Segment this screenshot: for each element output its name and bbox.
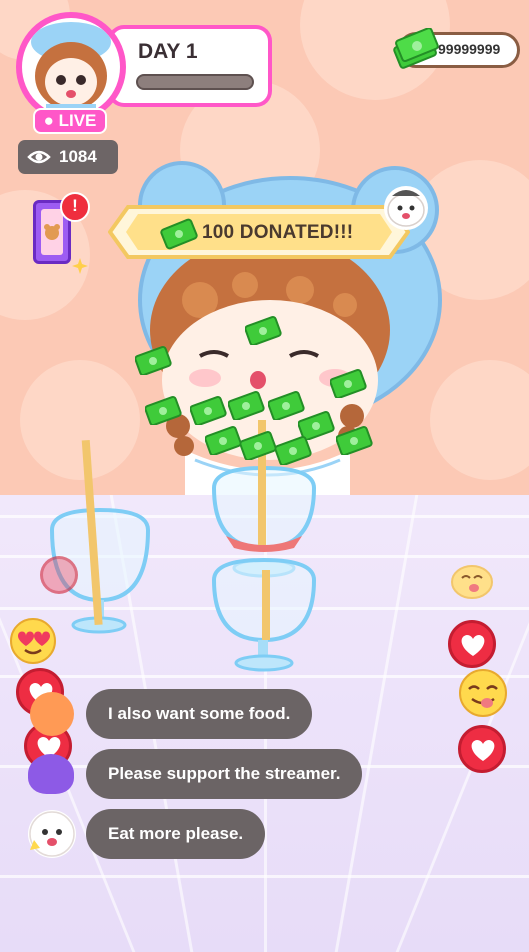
cash-stack-icon xyxy=(329,368,368,402)
live-badge: ● LIVE xyxy=(33,108,107,134)
cash-stack-icon xyxy=(392,27,440,76)
donation-text: 100 DONATED!!! xyxy=(202,222,354,243)
day-panel xyxy=(108,25,272,107)
chat-message: I also want some food. xyxy=(86,689,313,739)
tongue-emoji-icon xyxy=(459,669,507,717)
heart-eyes-emoji-icon xyxy=(10,618,56,664)
chat-avatar xyxy=(28,810,76,858)
heart-reaction-icon xyxy=(40,556,78,594)
cash-stack-icon xyxy=(274,435,313,469)
eye-icon xyxy=(27,150,51,164)
viewer-counter: 1084 xyxy=(18,140,118,174)
tongue-emoji-icon xyxy=(451,565,493,599)
chat-avatar xyxy=(30,692,74,736)
chat-message: Please support the streamer. xyxy=(86,749,363,799)
heart-reaction-icon xyxy=(458,725,506,773)
viewer-count: 1084 xyxy=(59,147,97,166)
donor-avatar xyxy=(384,186,428,230)
cash-stack-icon xyxy=(144,395,183,429)
cash-stack-icon xyxy=(204,425,243,459)
cash-stack-icon xyxy=(335,425,374,459)
cash-stack-icon xyxy=(189,395,228,429)
money-amount: 99999999 xyxy=(438,41,501,57)
cash-stack-icon xyxy=(239,430,278,464)
streamer-avatar[interactable] xyxy=(16,12,126,122)
notification-alert-icon: ! xyxy=(60,192,90,222)
cash-stack-icon xyxy=(244,315,283,349)
day-label: DAY 1 xyxy=(138,40,198,63)
sparkle-icon xyxy=(72,258,88,274)
chat-message: Eat more please. xyxy=(86,809,266,859)
heart-reaction-icon xyxy=(448,620,496,668)
chat-avatar xyxy=(28,754,74,794)
day-progress-bar xyxy=(136,74,254,90)
live-label: LIVE xyxy=(58,111,97,130)
cash-stack-icon xyxy=(227,390,266,424)
cash-stack-icon xyxy=(134,345,173,379)
cash-stack-icon xyxy=(160,215,200,255)
